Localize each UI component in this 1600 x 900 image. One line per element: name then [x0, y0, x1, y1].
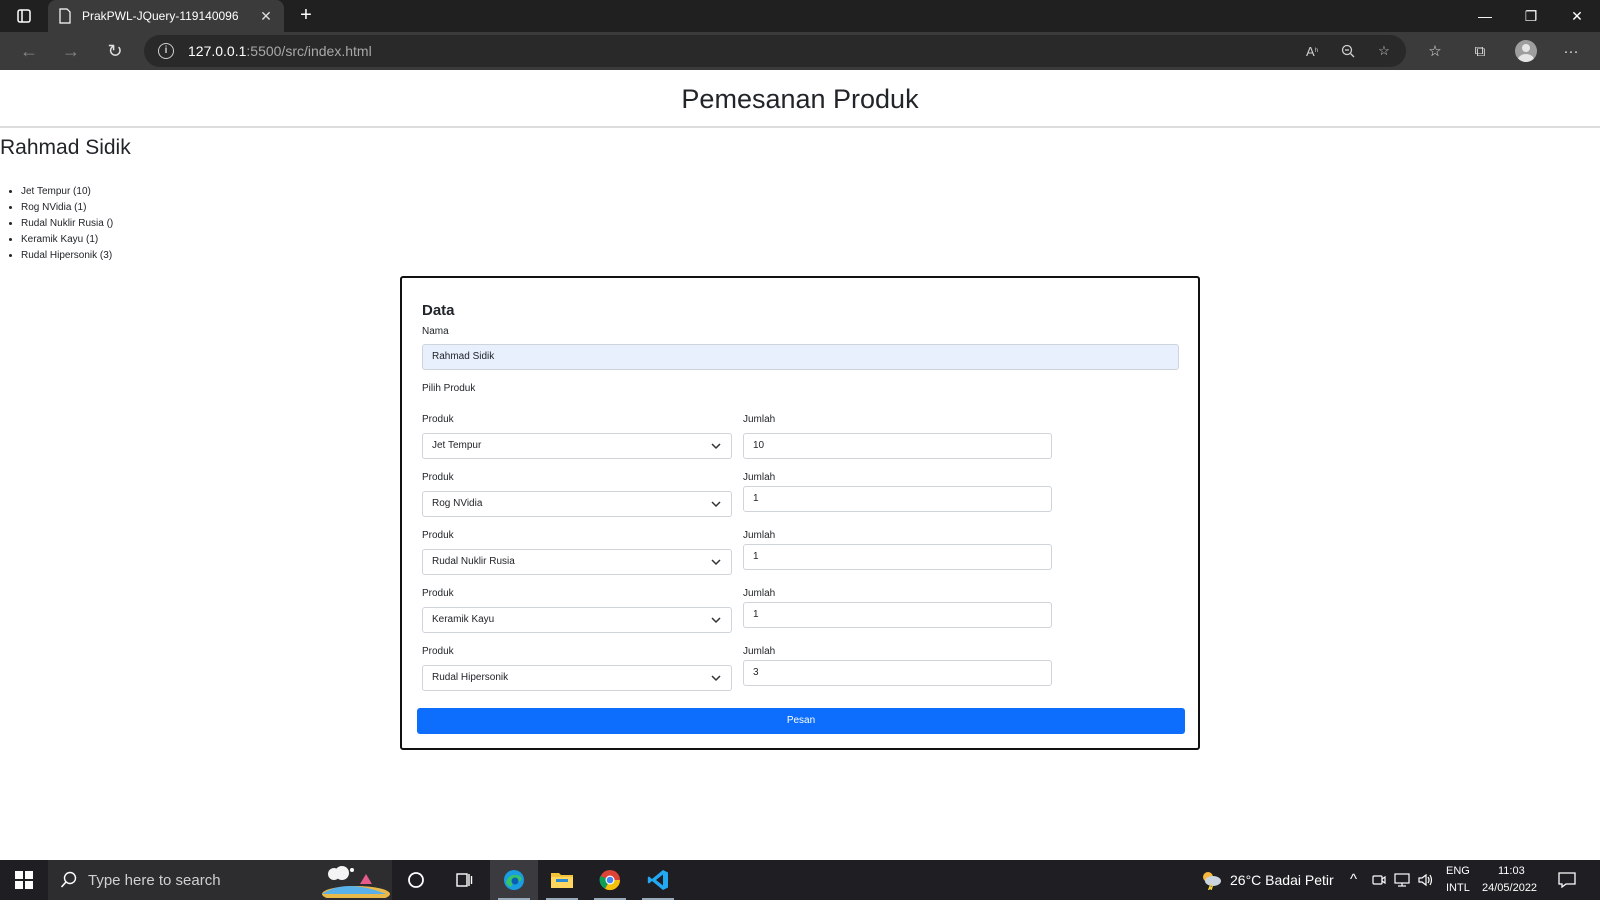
add-favorite-icon[interactable]: ☆ — [1374, 41, 1394, 61]
notifications-icon[interactable] — [1558, 872, 1576, 889]
submit-order-button[interactable]: Pesan — [417, 708, 1185, 734]
product-select[interactable]: Rog NVidia — [422, 491, 732, 517]
cortana-icon[interactable] — [392, 860, 440, 900]
url-path: :5500/src/index.html — [246, 43, 372, 59]
chevron-down-icon — [711, 501, 721, 508]
qty-label: Jumlah — [743, 646, 776, 657]
order-form-card: Data Nama Rahmad Sidik Pilih Produk Prod… — [400, 276, 1200, 750]
close-window-button[interactable]: ✕ — [1554, 0, 1600, 32]
product-select[interactable]: Keramik Kayu — [422, 607, 732, 633]
qty-label: Jumlah — [743, 472, 776, 483]
browser-tab[interactable]: PrakPWL-JQuery-119140096 ✕ — [48, 0, 284, 32]
address-bar[interactable]: i 127.0.0.1 :5500/src/index.html — [144, 35, 1406, 67]
site-info-icon[interactable]: i — [158, 43, 174, 59]
list-item: Keramik Kayu (1) — [21, 232, 113, 248]
title-divider — [0, 126, 1600, 128]
product-select[interactable]: Rudal Hipersonik — [422, 665, 732, 691]
customer-name: Rahmad Sidik — [0, 136, 131, 159]
tab-title: PrakPWL-JQuery-119140096 — [82, 9, 239, 23]
name-input[interactable]: Rahmad Sidik — [422, 344, 1179, 370]
windows-start-icon[interactable] — [0, 860, 48, 900]
new-tab-button[interactable]: + — [294, 4, 318, 28]
more-menu-icon[interactable]: ··· — [1556, 36, 1586, 66]
minimize-button[interactable]: — — [1462, 0, 1508, 32]
product-label: Produk — [422, 530, 454, 541]
chevron-down-icon — [711, 443, 721, 450]
task-view-icon[interactable] — [440, 860, 488, 900]
list-item: Rog NVidia (1) — [21, 200, 113, 216]
product-select-value: Rudal Nuklir Rusia — [432, 556, 515, 567]
clock-date[interactable]: 24/05/2022 — [1482, 882, 1537, 894]
weather-text[interactable]: 26°C Badai Petir — [1230, 872, 1334, 888]
product-label: Produk — [422, 414, 454, 425]
zoom-icon[interactable] — [1338, 41, 1358, 61]
qty-label: Jumlah — [743, 530, 776, 541]
language-top[interactable]: ENG — [1446, 865, 1470, 877]
page-title: Pemesanan Produk — [681, 84, 919, 114]
reload-button[interactable]: ↻ — [100, 36, 130, 66]
product-select-value: Jet Tempur — [432, 440, 482, 451]
network-icon[interactable] — [1394, 873, 1410, 887]
form-heading: Data — [422, 302, 455, 319]
qty-input[interactable]: 1 — [743, 602, 1052, 628]
clock-time[interactable]: 11:03 — [1498, 865, 1525, 877]
language-bottom[interactable]: INTL — [1446, 882, 1470, 894]
product-label: Produk — [422, 472, 454, 483]
qty-input[interactable]: 1 — [743, 486, 1052, 512]
taskbar: Type here to search 26°C Badai Petir ^ E… — [0, 860, 1600, 900]
forward-button[interactable]: → — [56, 36, 86, 66]
list-item: Rudal Nuklir Rusia () — [21, 216, 113, 232]
order-list: Jet Tempur (10) Rog NVidia (1) Rudal Nuk… — [21, 184, 113, 264]
page-icon — [59, 8, 71, 24]
chevron-down-icon — [711, 617, 721, 624]
file-explorer-icon[interactable] — [538, 860, 586, 900]
vscode-icon[interactable] — [634, 860, 682, 900]
weather-storm-icon[interactable] — [1200, 870, 1222, 891]
search-placeholder: Type here to search — [88, 871, 221, 889]
page-content: Pemesanan Produk Rahmad Sidik Jet Tempur… — [0, 70, 1600, 860]
product-select[interactable]: Jet Tempur — [422, 433, 732, 459]
restore-button[interactable]: ❐ — [1508, 0, 1554, 32]
product-select-value: Keramik Kayu — [432, 614, 495, 625]
chevron-down-icon — [711, 675, 721, 682]
qty-input[interactable]: 10 — [743, 433, 1052, 459]
meet-now-icon[interactable] — [1372, 873, 1386, 887]
qty-input[interactable]: 1 — [743, 544, 1052, 570]
taskbar-search[interactable]: Type here to search — [48, 860, 392, 900]
collections-icon[interactable]: ⧉ — [1465, 36, 1495, 66]
product-select-value: Rog NVidia — [432, 498, 483, 509]
qty-label: Jumlah — [743, 414, 776, 425]
name-label: Nama — [422, 326, 449, 337]
chrome-icon[interactable] — [586, 860, 634, 900]
qty-label: Jumlah — [743, 588, 776, 599]
edge-taskbar-icon[interactable] — [490, 860, 538, 900]
search-icon — [60, 871, 77, 888]
url-host: 127.0.0.1 — [188, 43, 247, 59]
product-select-value: Rudal Hipersonik — [432, 672, 509, 683]
back-button[interactable]: ← — [14, 36, 44, 66]
chevron-down-icon — [711, 559, 721, 566]
browser-titlebar: PrakPWL-JQuery-119140096 ✕ + — ❐ ✕ — [0, 0, 1600, 32]
list-item: Rudal Hipersonik (3) — [21, 248, 113, 264]
search-highlight-art-icon — [322, 866, 390, 898]
qty-input[interactable]: 3 — [743, 660, 1052, 686]
browser-toolbar: ← → ↻ i 127.0.0.1 :5500/src/index.html A… — [0, 32, 1600, 70]
product-label: Produk — [422, 646, 454, 657]
profile-avatar[interactable] — [1515, 40, 1537, 62]
read-aloud-icon[interactable]: Aʰ — [1302, 41, 1322, 61]
chevron-up-icon[interactable]: ^ — [1350, 871, 1357, 888]
volume-icon[interactable] — [1418, 873, 1434, 887]
choose-product-label: Pilih Produk — [422, 383, 476, 394]
product-label: Produk — [422, 588, 454, 599]
product-select[interactable]: Rudal Nuklir Rusia — [422, 549, 732, 575]
tab-actions-icon[interactable] — [10, 6, 38, 26]
close-tab-icon[interactable]: ✕ — [258, 8, 274, 25]
favorites-icon[interactable]: ☆ — [1420, 36, 1450, 66]
list-item: Jet Tempur (10) — [21, 184, 113, 200]
